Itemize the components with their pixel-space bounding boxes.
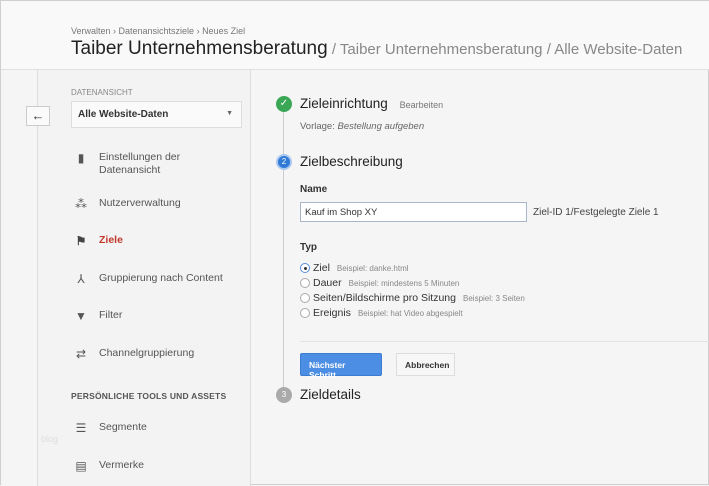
document-icon: ▮: [77, 151, 85, 165]
view-select-value: Alle Website-Daten: [78, 109, 169, 120]
name-label: Name: [300, 184, 328, 195]
step2-number: 2: [276, 154, 292, 170]
next-step-button[interactable]: Nächster Schritt: [300, 353, 382, 380]
step3-title: Zieldetails: [300, 387, 361, 402]
sidebar-item-annotations[interactable]: ▤ Vermerke: [71, 459, 144, 473]
sidebar-item-view-settings[interactable]: ▮ Einstellungen der Datenansicht: [71, 151, 219, 177]
sidebar-item-filter[interactable]: ▼ Filter: [71, 309, 122, 323]
step2-title: Zielbeschreibung: [300, 154, 403, 169]
step3-number: 3: [276, 387, 292, 403]
channel-icon: ⇄: [75, 347, 87, 361]
goal-id: Ziel-ID 1/Festgelegte Ziele 1: [533, 207, 659, 218]
flag-icon: ⚑: [75, 234, 87, 248]
view-label: DATENANSICHT: [71, 88, 133, 97]
comment-icon: ▤: [75, 459, 87, 473]
type-label: Typ: [300, 242, 318, 253]
step-connector: [283, 105, 284, 395]
users-icon: ⁂: [75, 197, 87, 211]
page-header: Verwalten › Datenansichtsziele › Neues Z…: [1, 1, 709, 70]
watermark: blog: [41, 434, 59, 444]
section-heading: PERSÖNLICHE TOOLS UND ASSETS: [71, 391, 227, 401]
template-info: Vorlage: Bestellung aufgeben: [300, 121, 425, 132]
filter-icon: ▼: [75, 309, 87, 323]
segments-icon: ☰: [75, 421, 87, 435]
check-icon: ✓: [276, 96, 292, 112]
sidebar-item-content-grouping[interactable]: ⅄ Gruppierung nach Content: [71, 272, 222, 286]
sidebar-item-goals[interactable]: ⚑ Ziele: [71, 234, 123, 248]
view-select[interactable]: Alle Website-Daten ▼: [71, 101, 242, 128]
page-subtitle: / Taiber Unternehmensberatung / Alle Web…: [327, 41, 683, 58]
edit-link[interactable]: Bearbeiten: [400, 100, 444, 110]
left-strip: [1, 70, 38, 486]
step1-title: Zieleinrichtung Bearbeiten: [300, 96, 444, 111]
type-radio-dauer[interactable]: Dauer Beispiel: mindestens 5 Minuten: [300, 277, 459, 289]
goal-name-input[interactable]: Kauf im Shop XY: [300, 202, 527, 222]
back-button[interactable]: ←: [26, 106, 50, 126]
type-radio-seiten[interactable]: Seiten/Bildschirme pro Sitzung Beispiel: …: [300, 292, 525, 304]
sidebar-item-channel-grouping[interactable]: ⇄ Channelgruppierung: [71, 347, 194, 361]
chevron-down-icon: ▼: [226, 110, 233, 117]
sidebar-item-users[interactable]: ⁂ Nutzerverwaltung: [71, 197, 181, 211]
divider: [300, 341, 709, 342]
content-grouping-icon: ⅄: [77, 272, 85, 286]
cancel-button[interactable]: Abbrechen: [396, 353, 455, 376]
type-radio-ereignis[interactable]: Ereignis Beispiel: hat Video abgespielt: [300, 307, 463, 319]
back-arrow-icon: ←: [31, 108, 45, 123]
breadcrumb[interactable]: Verwalten › Datenansichtsziele › Neues Z…: [71, 26, 245, 36]
page-title: Taiber Unternehmensberatung / Taiber Unt…: [71, 38, 682, 60]
account-name: Taiber Unternehmensberatung: [71, 38, 328, 59]
sidebar-item-segments[interactable]: ☰ Segmente: [71, 421, 147, 435]
type-radio-ziel[interactable]: Ziel Beispiel: danke.html: [300, 262, 409, 274]
